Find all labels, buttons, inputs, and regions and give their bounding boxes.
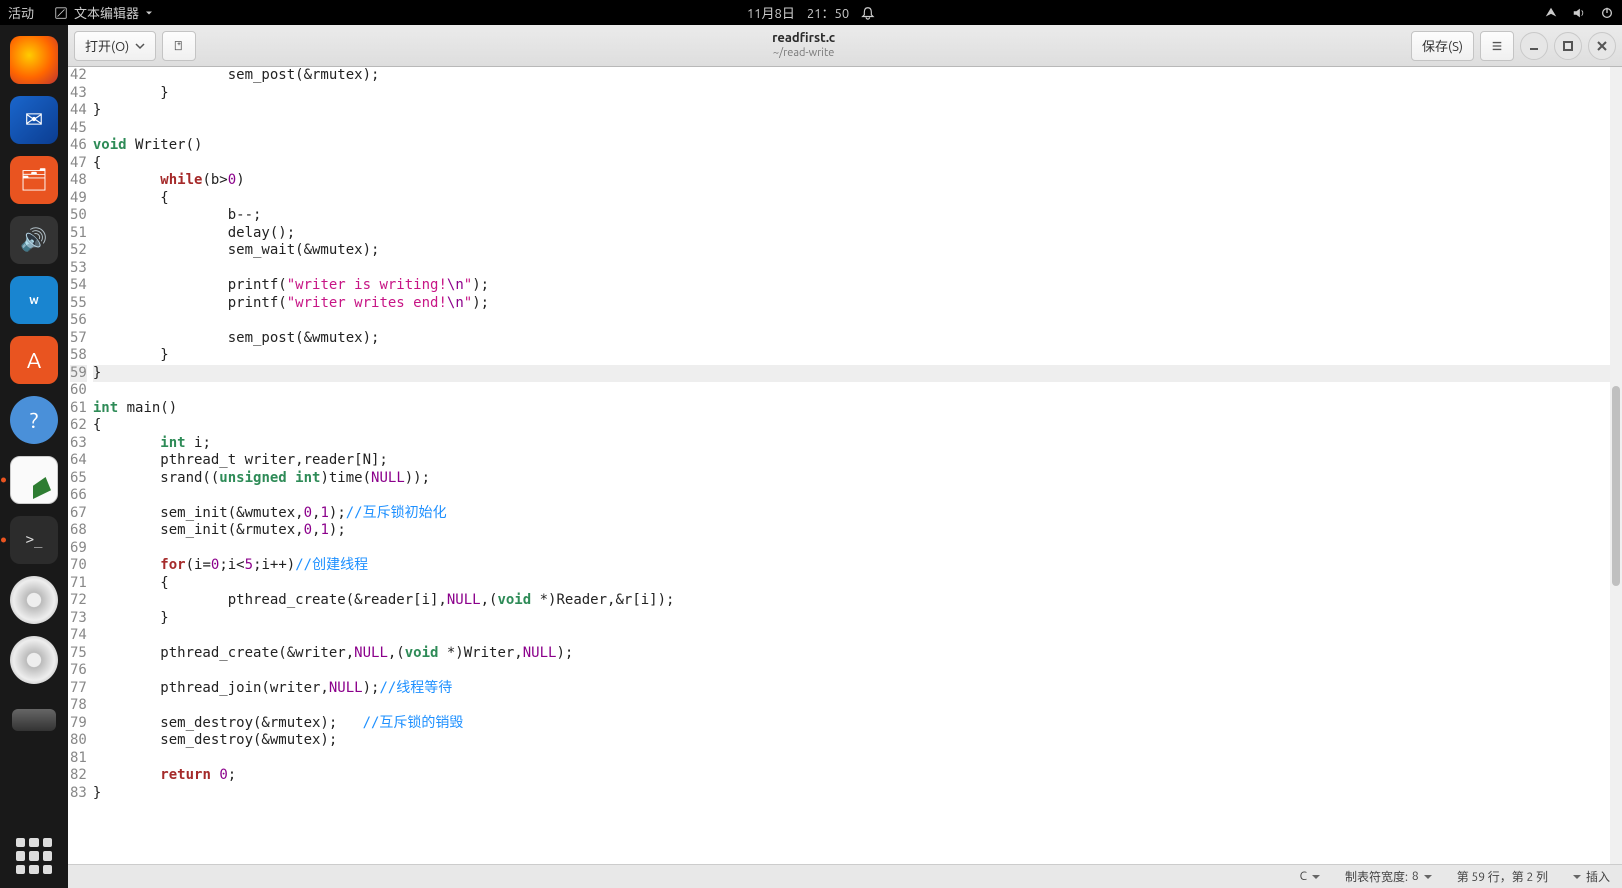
terminal-icon bbox=[10, 516, 58, 564]
panel-time[interactable]: 21：50 bbox=[807, 3, 849, 22]
text-editor-icon bbox=[10, 456, 58, 504]
tabwidth-label: 制表符宽度: bbox=[1345, 868, 1408, 885]
new-document-icon bbox=[173, 38, 185, 54]
chevron-down-icon bbox=[1423, 872, 1433, 882]
top-panel: 活动 文本编辑器 11月8日 21：50 bbox=[0, 0, 1622, 25]
notification-bell-icon[interactable] bbox=[861, 6, 875, 20]
minimize-button[interactable] bbox=[1520, 32, 1548, 60]
maximize-icon bbox=[1562, 40, 1574, 52]
statusbar: C 制表符宽度: 8 第 59 行，第 2 列 插入 bbox=[68, 864, 1622, 888]
open-button[interactable]: 打开(O) bbox=[74, 31, 156, 61]
dock-software[interactable]: A bbox=[7, 333, 61, 387]
headerbar: 打开(O) readfirst.c ~/read-write 保存(S) bbox=[68, 25, 1622, 67]
line-number-gutter: 4243444546474849505152535455565758596061… bbox=[68, 67, 93, 864]
code-content[interactable]: sem_post(&rmutex); }}void Writer(){ whil… bbox=[93, 67, 1622, 864]
hamburger-icon bbox=[1491, 39, 1503, 53]
chevron-down-icon bbox=[135, 41, 145, 51]
dock-help[interactable]: ? bbox=[7, 393, 61, 447]
dock-rhythmbox[interactable]: 🔊 bbox=[7, 213, 61, 267]
tabwidth-selector[interactable]: 制表符宽度: 8 bbox=[1345, 868, 1433, 885]
minimize-icon bbox=[1528, 40, 1540, 52]
keyboard-icon bbox=[12, 709, 56, 731]
filepath-label: ~/read-write bbox=[202, 47, 1405, 60]
help-icon: ? bbox=[10, 396, 58, 444]
files-icon: 🗂 bbox=[10, 156, 58, 204]
dock-keyboard[interactable] bbox=[7, 693, 61, 747]
cursor-position: 第 59 行，第 2 列 bbox=[1457, 868, 1548, 885]
new-tab-button[interactable] bbox=[162, 31, 196, 61]
insert-mode-selector[interactable]: 插入 bbox=[1572, 868, 1610, 885]
chevron-down-icon bbox=[145, 9, 153, 17]
gedit-window: 打开(O) readfirst.c ~/read-write 保存(S) 424… bbox=[68, 25, 1622, 888]
network-icon[interactable] bbox=[1544, 6, 1558, 20]
current-app-indicator[interactable]: 文本编辑器 bbox=[54, 3, 153, 22]
scrollbar-thumb[interactable] bbox=[1612, 386, 1620, 586]
dock-firefox[interactable] bbox=[7, 33, 61, 87]
language-label: C bbox=[1300, 870, 1307, 883]
shopping-bag-icon: A bbox=[10, 336, 58, 384]
close-icon bbox=[1596, 40, 1608, 52]
open-button-label: 打开(O) bbox=[85, 36, 129, 55]
speaker-icon: 🔊 bbox=[10, 216, 58, 264]
current-app-name: 文本编辑器 bbox=[74, 3, 139, 22]
show-applications-button[interactable] bbox=[16, 838, 52, 874]
dock-disc-2[interactable] bbox=[7, 633, 61, 687]
save-button[interactable]: 保存(S) bbox=[1411, 31, 1474, 61]
activities-button[interactable]: 活动 bbox=[8, 3, 34, 22]
panel-date[interactable]: 11月8日 bbox=[747, 3, 795, 22]
dock-gedit[interactable] bbox=[7, 453, 61, 507]
power-icon[interactable] bbox=[1600, 6, 1614, 20]
editor-area[interactable]: 4243444546474849505152535455565758596061… bbox=[68, 67, 1622, 864]
maximize-button[interactable] bbox=[1554, 32, 1582, 60]
dock-thunderbird[interactable]: ✉ bbox=[7, 93, 61, 147]
volume-icon[interactable] bbox=[1572, 6, 1586, 20]
thunderbird-icon: ✉ bbox=[10, 96, 58, 144]
chevron-down-icon bbox=[1572, 872, 1582, 882]
close-button[interactable] bbox=[1588, 32, 1616, 60]
dock-terminal[interactable] bbox=[7, 513, 61, 567]
insert-mode-label: 插入 bbox=[1586, 868, 1610, 885]
vertical-scrollbar[interactable] bbox=[1610, 67, 1622, 864]
language-selector[interactable]: C bbox=[1300, 870, 1321, 883]
dock-libreoffice-writer[interactable]: W bbox=[7, 273, 61, 327]
dock-disc-1[interactable] bbox=[7, 573, 61, 627]
chevron-down-icon bbox=[1311, 872, 1321, 882]
firefox-icon bbox=[10, 36, 58, 84]
filename-label: readfirst.c bbox=[202, 31, 1405, 47]
disc-icon bbox=[10, 636, 58, 684]
dock-files[interactable]: 🗂 bbox=[7, 153, 61, 207]
disc-icon bbox=[10, 576, 58, 624]
title-area: readfirst.c ~/read-write bbox=[202, 31, 1405, 60]
dock: ✉ 🗂 🔊 W A ? bbox=[0, 25, 68, 888]
writer-icon: W bbox=[10, 276, 58, 324]
gedit-app-icon bbox=[54, 6, 68, 20]
tabwidth-value: 8 bbox=[1412, 870, 1419, 883]
hamburger-menu-button[interactable] bbox=[1480, 31, 1514, 61]
